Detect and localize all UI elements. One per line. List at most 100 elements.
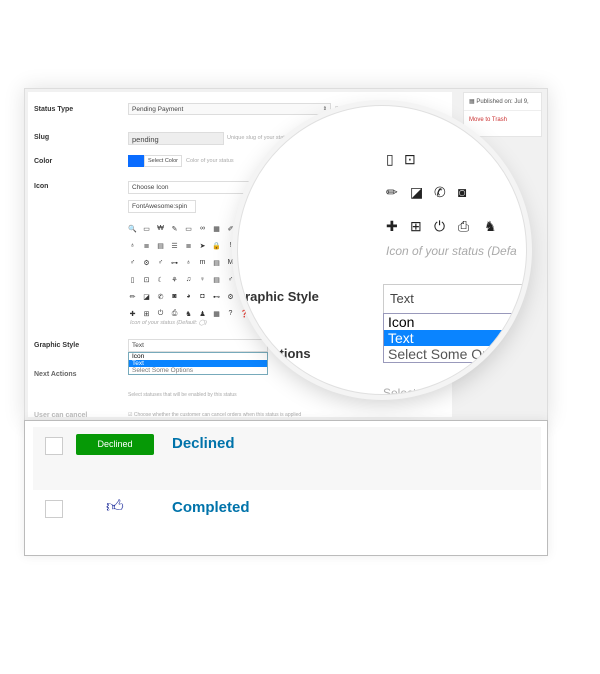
lens-placeholder[interactable]: Select Some Optio	[384, 346, 526, 362]
icon-option[interactable]: ◙	[170, 293, 179, 300]
status-title-link[interactable]: Completed	[172, 499, 250, 516]
icon-option[interactable]: ♞	[184, 310, 193, 318]
icon-option[interactable]: ✏	[128, 293, 137, 301]
icon-option[interactable]: ✐	[226, 225, 235, 233]
icon-option[interactable]: ?	[226, 310, 235, 317]
money-icon: ⊡	[404, 151, 416, 167]
puzzle-icon: ♞	[484, 218, 497, 234]
icon-option[interactable]: ₩	[156, 225, 165, 232]
icon-option[interactable]: ⊶	[170, 259, 179, 267]
icon-option[interactable]: ≣	[184, 242, 193, 250]
icon-hint: Icon of your status (Default: ◯)	[130, 320, 207, 326]
icon-option[interactable]: ♁	[128, 242, 137, 249]
icon-option[interactable]: ⊷	[212, 293, 221, 301]
icon-option[interactable]: ✚	[128, 310, 137, 318]
edit-square-icon: ◪	[410, 184, 424, 200]
icon-option[interactable]: ◘	[198, 293, 207, 300]
icon-option[interactable]: ⚙	[142, 259, 151, 267]
icon-label: Icon	[34, 183, 49, 190]
slug-input[interactable]: pending	[128, 132, 224, 145]
row-checkbox[interactable]	[45, 500, 63, 518]
icon-option[interactable]: ☰	[170, 242, 179, 250]
icon-option[interactable]: ⎙	[170, 310, 179, 318]
icon-option[interactable]: 🔍	[128, 225, 137, 233]
mobile-icon: ▯	[386, 151, 394, 167]
calendar-icon: ▦	[469, 99, 475, 105]
icon-option[interactable]: ▦	[212, 310, 221, 318]
icon-option[interactable]: M	[226, 259, 235, 266]
status-list: Declined Declined 👍︎ Completed	[24, 420, 548, 556]
lens-option-text[interactable]: Text	[384, 330, 526, 346]
choose-icon-select[interactable]: Choose Icon	[128, 181, 268, 194]
icon-option[interactable]: ✎	[170, 225, 179, 233]
color-swatch[interactable]	[128, 155, 144, 167]
icon-option[interactable]: ♀	[198, 276, 207, 283]
status-badge: Declined	[76, 434, 154, 455]
icon-option[interactable]: ⚘	[170, 276, 179, 284]
lens-graphic-style-label: Graphic Style	[237, 289, 319, 304]
icon-option[interactable]: ➤	[198, 242, 207, 250]
icon-option[interactable]: ⊡	[142, 276, 151, 284]
icon-option[interactable]: ♁	[184, 259, 193, 266]
lens-icon-hint: Icon of your status (Defa	[386, 244, 517, 258]
lens-graphic-style-select[interactable]: Text	[383, 284, 526, 314]
icon-option[interactable]: ⏻	[156, 310, 165, 318]
icon-option[interactable]: ✆	[156, 293, 165, 301]
icon-option[interactable]: ◪	[142, 293, 151, 301]
icon-option[interactable]: ≣	[142, 242, 151, 250]
icon-option[interactable]: ⊞	[142, 310, 151, 318]
thumbs-up-icon: 👍︎	[106, 497, 124, 516]
lens-dropdown: Icon Text Select Some Optio	[383, 313, 526, 363]
published-date: Published on: Jul 9,	[476, 99, 529, 105]
status-type-label: Status Type	[34, 106, 74, 113]
power-icon: ⏻	[434, 218, 446, 234]
list-row: 👍︎ Completed	[33, 490, 541, 550]
icon-option[interactable]: ▤	[156, 242, 165, 250]
icon-option[interactable]: ♂	[156, 259, 165, 266]
icon-value-input[interactable]: FontAwesome:spin	[128, 200, 196, 213]
plus-square-icon: ✚	[386, 218, 398, 234]
icon-option[interactable]: ∞	[198, 225, 207, 232]
publish-box: ▦ Published on: Jul 9, Move to Trash	[463, 92, 542, 137]
list-row: Declined Declined	[33, 427, 541, 490]
icon-option[interactable]: ▭	[142, 225, 151, 233]
slug-label: Slug	[34, 134, 50, 141]
select-color-button[interactable]: Select Color	[144, 155, 182, 167]
icon-option[interactable]: ♟	[198, 310, 207, 318]
graphic-style-label: Graphic Style	[34, 342, 80, 349]
icon-option[interactable]: ☾	[156, 276, 165, 284]
status-type-select[interactable]: Pending Payment ⇕	[128, 103, 331, 115]
print-icon: ⎙	[458, 218, 470, 234]
option-text[interactable]: Text	[129, 360, 267, 367]
icon-option[interactable]: ❓	[240, 310, 249, 318]
status-title-link[interactable]: Declined	[172, 435, 235, 452]
icon-option[interactable]: ♫	[184, 276, 193, 283]
next-actions-label: Next Actions	[34, 371, 77, 378]
pencil-icon: ✏	[386, 184, 398, 200]
icon-option[interactable]: ▯	[128, 276, 137, 284]
icon-option[interactable]: ◕	[184, 293, 193, 300]
color-label: Color	[34, 158, 53, 165]
lens-statuses-hint: Select statuses th	[383, 386, 478, 395]
icon-option[interactable]: m	[198, 259, 207, 266]
plus-square-o-icon: ⊞	[410, 218, 422, 234]
icon-option[interactable]: ⚙	[226, 293, 235, 301]
icon-option[interactable]: !	[226, 242, 235, 249]
icon-option[interactable]: ▭	[184, 225, 193, 233]
next-actions-placeholder[interactable]: Select Some Options	[129, 367, 267, 374]
lens-option-icon[interactable]: Icon	[384, 314, 526, 330]
icon-option[interactable]: ♂	[128, 259, 137, 266]
next-actions-hint: Select statuses that will be enabled by …	[128, 392, 237, 398]
icon-option[interactable]: ▤	[212, 259, 221, 267]
row-checkbox[interactable]	[45, 437, 63, 455]
icon-option[interactable]: ♂	[226, 276, 235, 283]
phone-icon: ✆	[434, 184, 446, 200]
magnifier-lens: ▯ ⊡ ✏ ◪ ✆ ◙ ✚ ⊞ ⏻ ⎙ ♞ Icon of your statu…	[237, 105, 527, 395]
move-to-trash-link[interactable]: Move to Trash	[464, 111, 541, 129]
color-hint: Color of your status	[186, 158, 234, 164]
icon-option[interactable]: ▦	[212, 225, 221, 233]
user-can-cancel-checkbox[interactable]: ☑ Choose whether the customer can cancel…	[128, 412, 301, 418]
phone-square-icon: ◙	[458, 184, 467, 200]
icon-option[interactable]: ▤	[212, 276, 221, 284]
icon-option[interactable]: 🔒	[212, 242, 221, 250]
